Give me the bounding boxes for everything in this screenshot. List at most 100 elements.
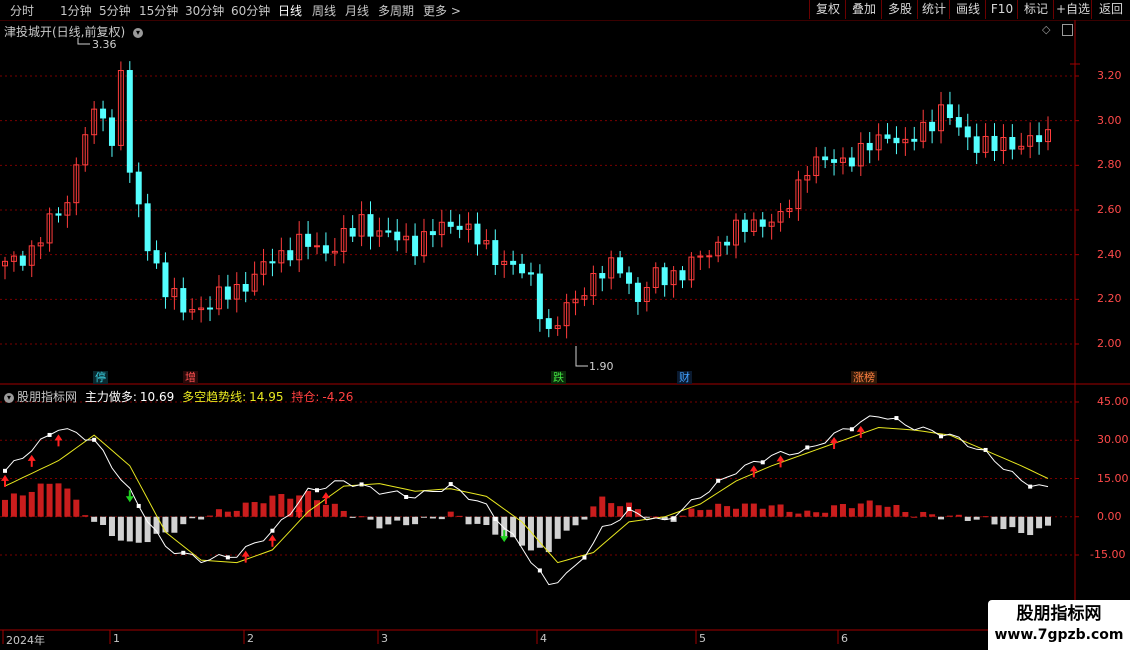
candlestick-series bbox=[2, 61, 1051, 339]
period-fenshi[interactable]: 分时 bbox=[10, 2, 34, 19]
position-bar bbox=[465, 516, 472, 525]
mark-button[interactable]: 标记 bbox=[1017, 0, 1054, 19]
position-bar bbox=[1000, 516, 1007, 530]
position-bar bbox=[367, 516, 374, 520]
price-tick-label: 2.80 bbox=[1097, 158, 1122, 172]
position-bar bbox=[1027, 516, 1034, 536]
back-button[interactable]: 返回 bbox=[1091, 0, 1130, 19]
position-bar bbox=[768, 505, 775, 517]
candle-body bbox=[349, 228, 356, 237]
chevron-down-icon[interactable]: ▾ bbox=[4, 393, 14, 403]
candle-body bbox=[822, 156, 829, 161]
position-bar bbox=[527, 516, 534, 551]
indicator-tick-label: 30.00 bbox=[1097, 433, 1129, 447]
position-bar bbox=[447, 511, 454, 517]
diamond-icon[interactable]: ◇ bbox=[1042, 23, 1050, 36]
chevron-down-icon[interactable]: ▾ bbox=[133, 28, 144, 38]
candle-body bbox=[314, 245, 321, 248]
period-60min[interactable]: 60分钟 bbox=[231, 2, 270, 19]
position-bar bbox=[305, 491, 312, 517]
position-bar bbox=[37, 483, 44, 517]
line1-label: 主力做多: bbox=[84, 390, 137, 404]
position-bar bbox=[1009, 516, 1016, 528]
position-bar bbox=[1045, 516, 1051, 526]
candle-body bbox=[153, 250, 160, 264]
position-bar bbox=[126, 516, 133, 542]
candle-body bbox=[224, 286, 231, 300]
axes bbox=[0, 20, 1130, 644]
position-bar bbox=[198, 516, 205, 520]
candle-body bbox=[634, 282, 641, 302]
position-bar bbox=[269, 495, 276, 517]
position-bar bbox=[135, 516, 142, 543]
position-bar bbox=[786, 511, 793, 517]
period-weekly[interactable]: 周线 bbox=[312, 2, 336, 19]
indicator-tick-label: -15.00 bbox=[1090, 548, 1126, 561]
multi-stock-button[interactable]: 多股 bbox=[881, 0, 918, 19]
position-bar bbox=[474, 516, 481, 524]
kline-chart-area[interactable] bbox=[0, 20, 1130, 650]
candle-body bbox=[180, 288, 187, 313]
period-30min[interactable]: 30分钟 bbox=[185, 2, 224, 19]
high-marker: 3.36 bbox=[92, 38, 117, 51]
candle-body bbox=[955, 117, 962, 128]
period-more[interactable]: 更多 > bbox=[423, 2, 461, 19]
time-tick-label: 1 bbox=[113, 632, 120, 645]
window-toggle-icon[interactable] bbox=[1062, 24, 1073, 36]
position-bar bbox=[64, 488, 71, 517]
position-bar bbox=[519, 516, 526, 546]
position-bar bbox=[412, 516, 419, 525]
low-marker-leader bbox=[575, 346, 588, 367]
event-tag-increase[interactable]: 增 bbox=[183, 371, 198, 384]
candle-body bbox=[55, 213, 62, 216]
position-bar bbox=[331, 503, 338, 517]
buy-arrow-icon bbox=[321, 492, 330, 505]
add-watchlist-button[interactable]: +自选 bbox=[1053, 0, 1092, 19]
f10-button[interactable]: F10 bbox=[985, 0, 1018, 19]
price-tick-label: 3.20 bbox=[1097, 69, 1122, 82]
period-daily[interactable]: 日线 bbox=[278, 2, 302, 19]
position-histogram bbox=[2, 483, 1051, 553]
event-tag-suspend[interactable]: 停 bbox=[93, 371, 108, 384]
position-bar bbox=[938, 516, 945, 520]
fuquan-button[interactable]: 复权 bbox=[809, 0, 846, 19]
position-bar bbox=[251, 502, 258, 517]
candle-body bbox=[519, 263, 526, 274]
position-bar bbox=[741, 503, 748, 517]
overlay-button[interactable]: 叠加 bbox=[845, 0, 882, 19]
position-bar bbox=[545, 516, 552, 553]
position-bar bbox=[207, 515, 214, 517]
time-tick-label: 5 bbox=[699, 632, 706, 645]
price-tick-label: 3.00 bbox=[1097, 113, 1122, 127]
candle-body bbox=[412, 235, 419, 257]
position-bar bbox=[599, 496, 606, 517]
candle-body bbox=[510, 260, 517, 265]
buy-arrow-icon bbox=[776, 455, 785, 468]
period-monthly[interactable]: 月线 bbox=[345, 2, 369, 19]
candle-body bbox=[911, 138, 918, 142]
sell-arrow-icon bbox=[125, 490, 134, 503]
watermark-logo: 股朋指标网 www.7gpzb.com bbox=[988, 600, 1130, 650]
candle-body bbox=[545, 318, 552, 329]
candle-body bbox=[991, 135, 998, 152]
period-multi[interactable]: 多周期 bbox=[378, 2, 414, 19]
period-1min[interactable]: 1分钟 bbox=[60, 2, 92, 19]
position-bar bbox=[340, 510, 347, 517]
event-tag-limitup[interactable]: 涨榜 bbox=[851, 371, 877, 384]
position-bar bbox=[224, 511, 231, 517]
position-bar bbox=[715, 503, 722, 517]
position-bar bbox=[1036, 516, 1043, 529]
period-5min[interactable]: 5分钟 bbox=[99, 2, 131, 19]
position-bar bbox=[403, 516, 410, 526]
stats-button[interactable]: 统计 bbox=[917, 0, 950, 19]
draw-line-button[interactable]: 画线 bbox=[949, 0, 986, 19]
line1-value: 10.69 bbox=[139, 390, 175, 404]
event-tag-drop[interactable]: 跌 bbox=[551, 371, 566, 384]
period-15min[interactable]: 15分钟 bbox=[139, 2, 178, 19]
position-bar bbox=[848, 508, 855, 517]
position-bar bbox=[982, 516, 989, 518]
candle-body bbox=[679, 270, 686, 281]
period-toolbar: 分时 1分钟 5分钟 15分钟 30分钟 60分钟 日线 周线 月线 多周期 更… bbox=[0, 0, 1130, 21]
indicator-title-bar: ▾ 股朋指标网 主力做多: 10.69 多空趋势线: 14.95 持仓: -4.26 bbox=[4, 388, 353, 405]
event-tag-finance[interactable]: 财 bbox=[677, 371, 692, 384]
